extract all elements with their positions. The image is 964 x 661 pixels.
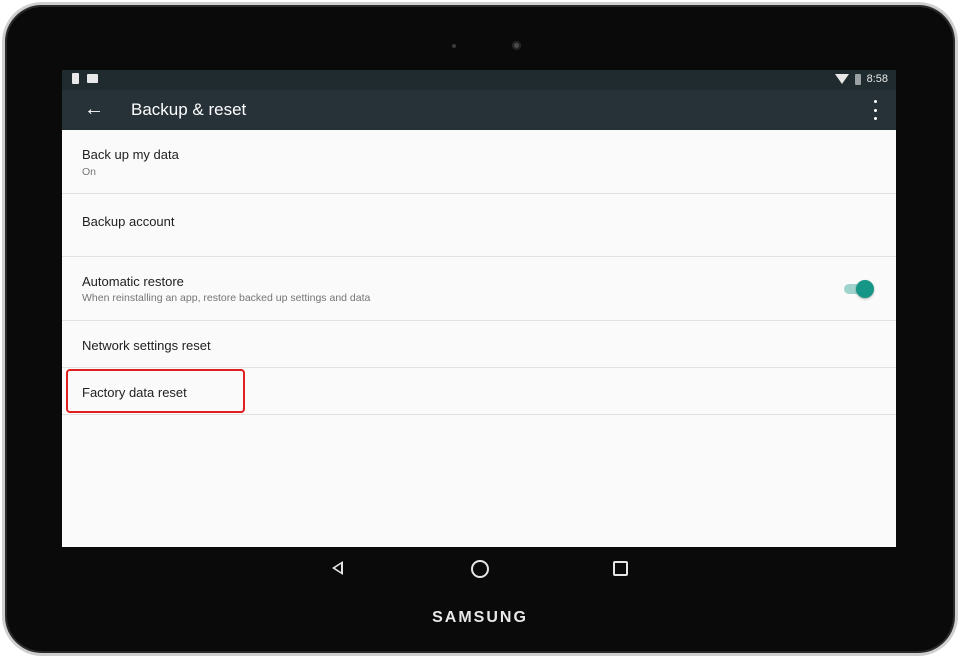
back-arrow-icon[interactable]: ← [82,98,106,122]
sim-notification-icon [72,73,79,84]
wifi-icon [834,74,849,84]
setting-automatic-restore[interactable]: Automatic restore When reinstalling an a… [62,257,896,321]
image-notification-icon [87,74,98,83]
nav-back-icon[interactable] [332,561,343,575]
automatic-restore-toggle[interactable] [844,280,874,298]
battery-icon [854,73,861,85]
page-title: Backup & reset [131,100,247,119]
setting-title: Backup account [82,214,175,229]
setting-back-up-my-data[interactable]: Back up my data On [62,130,896,194]
setting-title: Network settings reset [82,338,211,353]
nav-home-icon[interactable] [471,560,489,578]
setting-backup-account[interactable]: Backup account [62,194,896,257]
setting-summary: When reinstalling an app, restore backed… [82,292,371,304]
toggle-thumb [856,280,874,298]
factory-reset-highlight-box [66,369,245,413]
device-brand-logo: SAMSUNG [432,609,528,626]
setting-network-settings-reset[interactable]: Network settings reset [62,321,896,368]
nav-recents-icon[interactable] [613,561,628,576]
proximity-sensor [452,44,456,48]
screen: 8:58 ← Backup & reset Back up my data On… [62,70,896,547]
front-camera [512,41,521,50]
overflow-menu-icon[interactable] [872,100,878,120]
setting-title: Back up my data [82,147,179,162]
setting-summary: On [82,166,97,178]
app-bar: ← Backup & reset [62,90,896,130]
status-bar: 8:58 [62,70,896,90]
status-time: 8:58 [866,73,888,85]
setting-title: Automatic restore [82,274,184,289]
